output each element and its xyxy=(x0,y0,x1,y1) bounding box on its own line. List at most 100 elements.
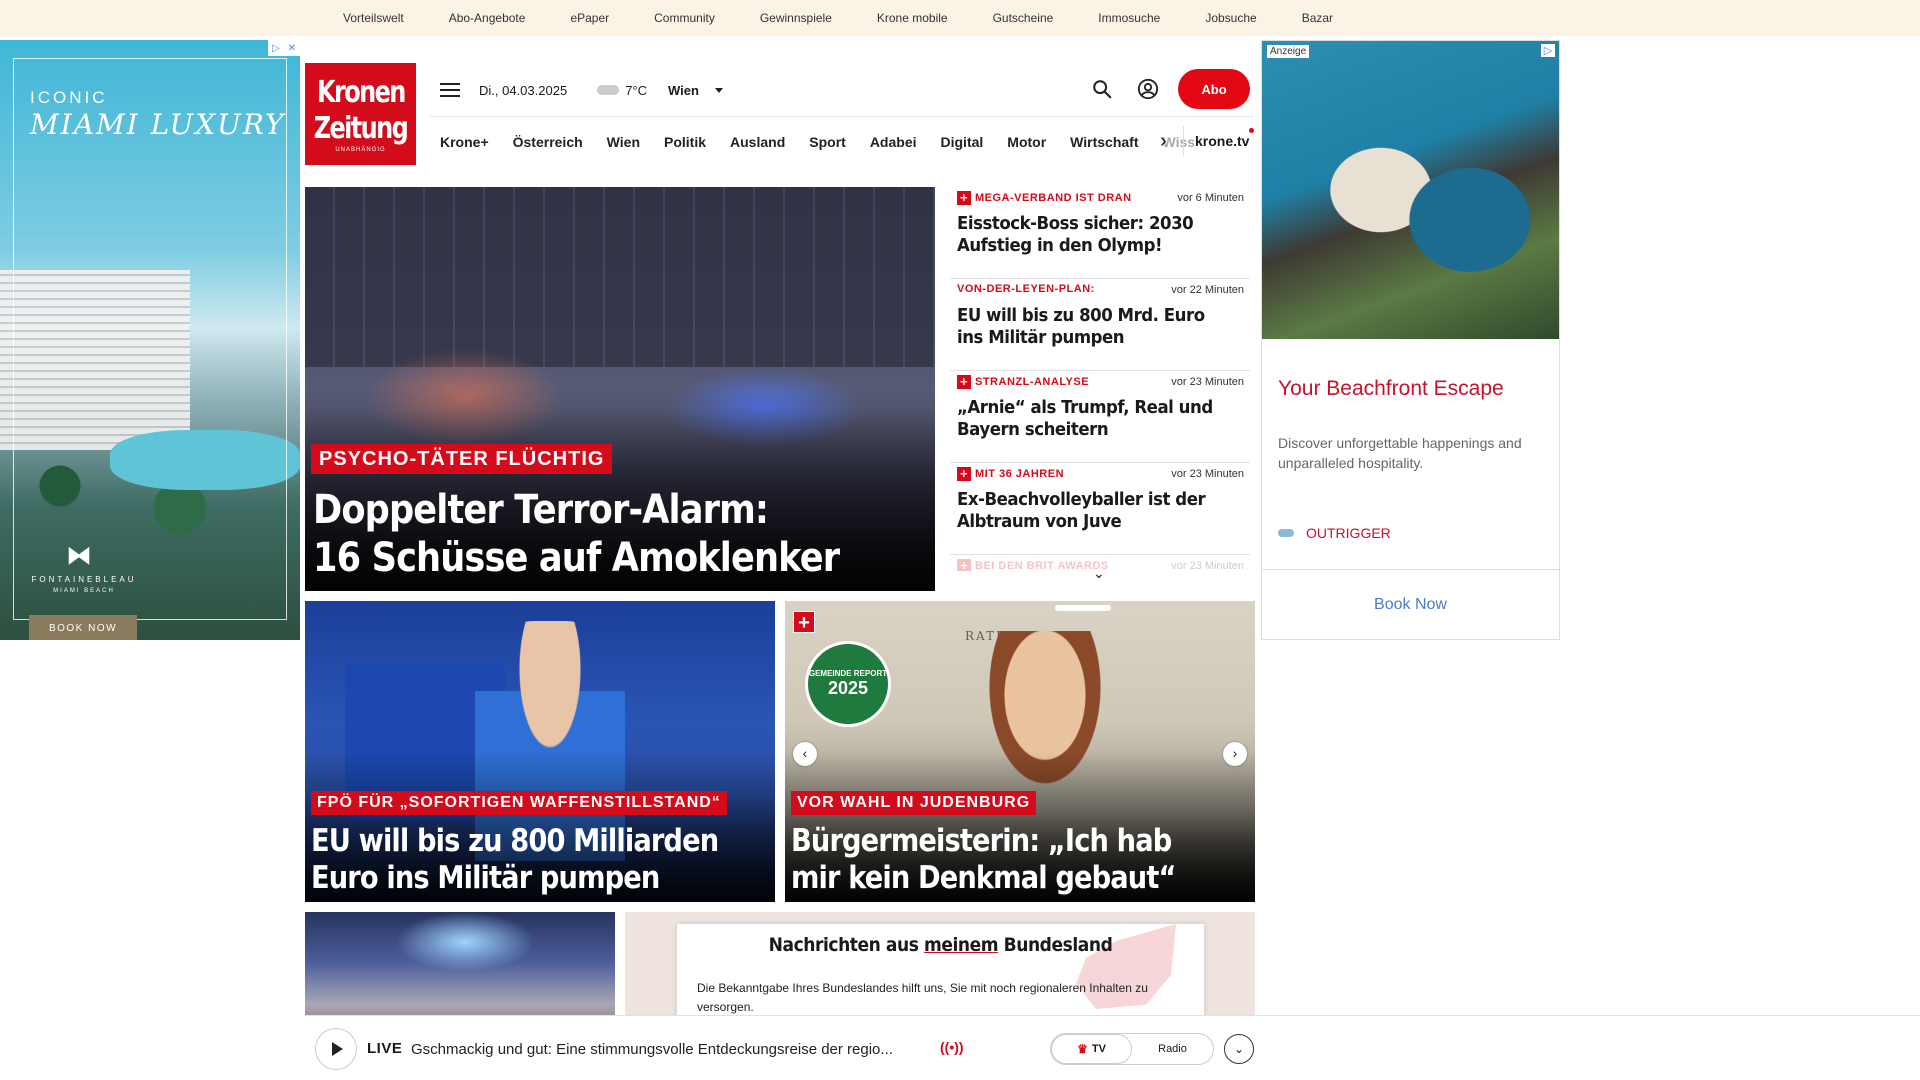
live-label: LIVE xyxy=(367,1040,403,1057)
search-icon[interactable] xyxy=(1091,78,1113,100)
nav-krone-tv[interactable]: krone.tv xyxy=(1195,133,1249,149)
popup-title-underlined: meinem xyxy=(923,934,999,956)
topnav-epaper[interactable]: ePaper xyxy=(570,11,609,25)
ad-frame xyxy=(13,58,287,620)
crown-icon: ♛ xyxy=(1077,1042,1088,1056)
nav-scroll-right-icon[interactable]: › xyxy=(1160,130,1167,153)
ad-headline[interactable]: Your Beachfront Escape xyxy=(1278,377,1504,401)
radio-toggle-option[interactable]: Radio xyxy=(1132,1034,1213,1064)
ad-left-book-now-button[interactable]: BOOK NOW xyxy=(29,615,137,640)
news-time: vor 6 Minuten xyxy=(1177,192,1244,204)
ad-left-line2: MIAMI LUXURY xyxy=(30,108,286,141)
logo-line2: Zeitung xyxy=(313,111,409,146)
popup-title-pre: Nachrichten aus xyxy=(768,934,924,956)
news-list-item[interactable]: VON-DER-LEYEN-PLAN: vor 22 Minuten EU wi… xyxy=(950,279,1250,371)
left-skyscraper-ad[interactable]: ICONIC MIAMI LUXURY ⧓ FONTAINEBLEAU MIAM… xyxy=(0,40,300,640)
article-card-eu-militaer[interactable]: FPÖ FÜR „SOFORTIGEN WAFFENSTILLSTAND“ EU… xyxy=(305,601,775,902)
header-bar: Di., 04.03.2025 7°C Wien xyxy=(430,70,723,110)
hero-kicker: PSYCHO-TÄTER FLÜCHTIG xyxy=(311,444,613,474)
logo-tagline: UNABHÄNGIG xyxy=(335,147,386,153)
nav-wissen[interactable]: Wiss xyxy=(1163,134,1196,150)
news-kicker: + MEGA-VERBAND IST DRAN xyxy=(957,191,1132,205)
topnav-immosuche[interactable]: Immosuche xyxy=(1098,11,1160,25)
ad-choices-icon[interactable]: ▷ xyxy=(1541,44,1555,57)
user-account-icon[interactable] xyxy=(1137,78,1159,100)
card-headline-line1: Bürgermeisterin: „Ich hab xyxy=(791,823,1172,859)
news-kicker: + BEI DEN BRIT AWARDS xyxy=(957,559,1109,571)
article-card-judenburg[interactable]: RATHAUS GEMEINDE REPORT 2025 + ‹ › VOR W… xyxy=(785,601,1255,902)
topnav-abo-angebote[interactable]: Abo-Angebote xyxy=(449,11,526,25)
live-indicator-dot xyxy=(1249,128,1254,133)
popup-text: Die Bekanntgabe Ihres Bundeslandes hilft… xyxy=(697,981,1148,1014)
topnav-gewinnspiele[interactable]: Gewinnspiele xyxy=(760,11,832,25)
news-time: vor 23 Minuten xyxy=(1171,376,1244,388)
header-divider xyxy=(430,116,1252,117)
weather-widget[interactable]: 7°C xyxy=(597,83,647,98)
nav-separator xyxy=(1183,126,1184,156)
nav-sport[interactable]: Sport xyxy=(809,134,846,150)
ad-brand[interactable]: OUTRIGGER xyxy=(1278,525,1391,541)
card-headline: Bürgermeisterin: „Ich hab mir kein Denkm… xyxy=(791,823,1255,897)
nav-politik[interactable]: Politik xyxy=(664,134,706,150)
nav-oesterreich[interactable]: Österreich xyxy=(513,134,583,150)
news-time: vor 22 Minuten xyxy=(1171,284,1244,296)
tv-radio-toggle: ♛ TV Radio xyxy=(1050,1033,1214,1065)
tv-toggle-option[interactable]: ♛ TV xyxy=(1051,1034,1133,1064)
popup-title: Nachrichten aus meinem Bundesland xyxy=(703,934,1177,956)
nav-ausland[interactable]: Ausland xyxy=(730,134,785,150)
news-kicker-text: VON-DER-LEYEN-PLAN: xyxy=(957,283,1095,295)
badge-label: GEMEINDE REPORT xyxy=(808,669,888,678)
expand-player-chevron-icon[interactable]: ⌄ xyxy=(1224,1034,1254,1064)
news-list-item[interactable]: + STRANZL-ANALYSE vor 23 Minuten „Arnie“ … xyxy=(950,371,1250,463)
topnav-gutscheine[interactable]: Gutscheine xyxy=(993,11,1054,25)
ad-divider xyxy=(1262,569,1559,570)
nav-motor[interactable]: Motor xyxy=(1007,134,1046,150)
nav-digital[interactable]: Digital xyxy=(941,134,984,150)
ad-book-now-button[interactable]: Book Now xyxy=(1262,596,1559,614)
topnav-jobsuche[interactable]: Jobsuche xyxy=(1205,11,1256,25)
news-kicker: + STRANZL-ANALYSE xyxy=(957,375,1089,389)
main-nav: Krone+ Österreich Wien Politik Ausland S… xyxy=(440,132,1195,152)
topnav-krone-mobile[interactable]: Krone mobile xyxy=(877,11,948,25)
outrigger-logo-icon xyxy=(1278,529,1294,537)
news-title: EU will bis zu 800 Mrd. Euro ins Militär… xyxy=(957,305,1205,348)
live-stream-title[interactable]: Gschmackig und gut: Eine stimmungsvolle … xyxy=(411,1041,893,1058)
ad-brand-name: OUTRIGGER xyxy=(1306,525,1391,541)
carousel-next-icon[interactable]: › xyxy=(1223,742,1247,766)
hamburger-menu-icon[interactable] xyxy=(440,83,460,97)
nav-wirtschaft[interactable]: Wirtschaft xyxy=(1070,134,1138,150)
right-skyscraper-ad[interactable]: Anzeige ▷ Your Beachfront Escape Discove… xyxy=(1261,40,1560,640)
police-light-image xyxy=(395,912,535,972)
nav-krone-plus[interactable]: Krone+ xyxy=(440,134,489,150)
play-button[interactable] xyxy=(315,1028,357,1070)
krone-plus-icon: + xyxy=(957,559,971,571)
hero-building-image xyxy=(305,187,935,367)
broadcast-icon: ((•)) xyxy=(940,1039,964,1055)
abo-button[interactable]: Abo xyxy=(1178,69,1250,109)
carousel-prev-icon[interactable]: ‹ xyxy=(793,742,817,766)
krone-plus-icon: + xyxy=(957,375,971,389)
news-kicker: VON-DER-LEYEN-PLAN: xyxy=(957,283,1095,295)
ad-choices-icon[interactable]: ▷ ✕ xyxy=(268,40,300,56)
city-name: Wien xyxy=(668,82,699,98)
nav-adabei[interactable]: Adabei xyxy=(870,134,917,150)
topnav-bazar[interactable]: Bazar xyxy=(1302,11,1333,25)
city-selector[interactable]: Wien xyxy=(668,83,723,98)
news-list-item[interactable]: + MEGA-VERBAND IST DRAN vor 6 Minuten Eis… xyxy=(950,187,1250,279)
hero-article[interactable]: PSYCHO-TÄTER FLÜCHTIG Doppelter Terror-A… xyxy=(305,187,935,591)
card-headline-line2: mir kein Denkmal gebaut“ xyxy=(791,860,1176,896)
topnav-community[interactable]: Community xyxy=(654,11,715,25)
gemeinde-report-badge: GEMEINDE REPORT 2025 xyxy=(805,641,891,727)
krone-logo[interactable]: Kronen Zeitung UNABHÄNGIG xyxy=(305,63,416,165)
chevron-down-icon[interactable]: ⌄ xyxy=(1093,565,1105,582)
carousel-indicator xyxy=(1055,605,1111,611)
tv-label: TV xyxy=(1091,1043,1106,1055)
nav-wien[interactable]: Wien xyxy=(607,134,640,150)
news-kicker-text: MEGA-VERBAND IST DRAN xyxy=(975,192,1132,204)
topnav-vorteilswelt[interactable]: Vorteilswelt xyxy=(343,11,404,25)
live-player-bar: LIVE Gschmackig und gut: Eine stimmungsv… xyxy=(305,1015,1920,1080)
news-list-item[interactable]: + MIT 36 JAHREN vor 23 Minuten Ex-Beachvo… xyxy=(950,463,1250,555)
badge-year: 2025 xyxy=(827,678,869,698)
popup-title-post: Bundesland xyxy=(998,934,1113,956)
news-title: „Arnie“ als Trumpf, Real und Bayern sche… xyxy=(957,397,1213,440)
